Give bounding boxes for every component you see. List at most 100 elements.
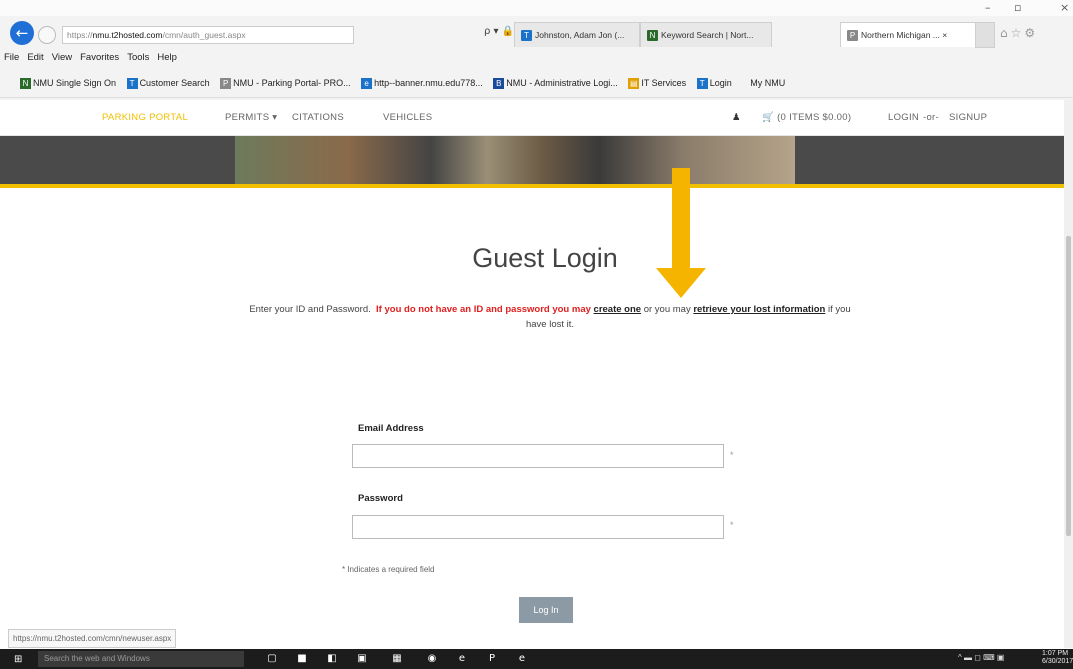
tab-icon: T [521, 30, 532, 42]
nav-permits-label: PERMITS [225, 112, 270, 123]
password-field[interactable] [352, 515, 724, 539]
tab-johnston[interactable]: T Johnston, Adam Jon (... [514, 22, 640, 47]
forward-button[interactable] [38, 26, 56, 44]
new-tab-button[interactable] [975, 22, 995, 48]
favorite-customer-search[interactable]: T Customer Search [126, 69, 210, 97]
maximize-button[interactable]: ▫ [1014, 1, 1021, 14]
favorite-label: Login [709, 78, 732, 88]
parking-app-icon[interactable]: P [486, 653, 498, 665]
favorite-label: Customer Search [139, 78, 210, 88]
menu-tools[interactable]: Tools [123, 48, 153, 68]
favorite-label: NMU - Parking Portal- PRO... [233, 78, 351, 88]
favorite-icon: e [361, 78, 373, 90]
email-label: Email Address [358, 423, 424, 434]
system-tray[interactable]: ^ ▬ ◻ ⌨ ▣ [958, 653, 1004, 662]
url-prefix: https:// [67, 30, 93, 40]
login-button[interactable]: Log In [519, 597, 573, 623]
favorite-label: NMU - Administrative Logi... [506, 78, 618, 88]
scrollbar-thumb[interactable] [1066, 236, 1071, 536]
intro-plain: Enter your ID and Password. [249, 304, 371, 315]
header-banner [0, 136, 1073, 184]
status-bar-url: https://nmu.t2hosted.com/cmn/newuser.asp… [8, 629, 177, 648]
favorite-icon: T [126, 78, 138, 90]
nav-signup[interactable]: SIGNUP [949, 100, 987, 135]
close-window-button[interactable]: × [1060, 1, 1069, 14]
close-tab-icon[interactable]: × [942, 30, 947, 40]
email-field[interactable] [352, 444, 724, 468]
clock-time: 1:07 PM [1042, 650, 1069, 657]
site-nav: PARKING PORTAL PERMITS ▾ CITATIONS VEHIC… [0, 100, 1073, 136]
intro-text: Enter your ID and Password. If you do no… [240, 302, 860, 332]
tab-keyword-search[interactable]: N Keyword Search | Nort... [640, 22, 772, 47]
taskbar-app-icon[interactable]: ◧ [326, 653, 338, 665]
tab-northern-michigan[interactable]: P Northern Michigan ... × [840, 22, 976, 47]
password-required-mark: * [730, 520, 734, 530]
windows-start-icon[interactable]: ⊞ [14, 654, 22, 665]
menu-edit[interactable]: Edit [23, 48, 47, 68]
chevron-down-icon: ▾ [272, 112, 278, 123]
minimize-button[interactable]: – [985, 1, 991, 14]
nav-login[interactable]: LOGIN [888, 100, 919, 135]
favorite-it-services[interactable]: ▤ IT Services [628, 69, 686, 97]
favorite-login[interactable]: T Login [696, 69, 732, 97]
favorite-icon: ▤ [628, 78, 640, 90]
back-arrow-icon: ← [15, 24, 29, 42]
tab-label: Keyword Search | Nort... [661, 30, 754, 40]
favorite-label: My NMU [750, 78, 786, 88]
url-site: nmu.t2hosted.com [92, 30, 163, 40]
edge-icon[interactable]: e [516, 653, 528, 665]
cart-link[interactable]: 🛒 (0 ITEMS $0.00) [762, 100, 851, 135]
favorite-admin-login[interactable]: B NMU - Administrative Logi... [493, 69, 618, 97]
address-bar[interactable]: https://nmu.t2hosted.com/cmn/auth_guest.… [62, 26, 354, 44]
banner-accent-bar [0, 184, 1073, 188]
nav-vehicles[interactable]: VEHICLES [383, 100, 432, 135]
menu-favorites[interactable]: Favorites [76, 48, 123, 68]
url-path: /cmn/auth_guest.aspx [162, 30, 246, 40]
cart-icon: 🛒 [762, 112, 775, 123]
taskbar-search[interactable]: Search the web and Windows [38, 651, 244, 667]
taskbar-clock[interactable]: 1:07 PM 6/30/2017 [1042, 650, 1073, 666]
tab-label: Northern Michigan ... [861, 30, 940, 40]
menu-bar: File Edit View Favorites Tools Help [0, 48, 1073, 68]
clock-date: 6/30/2017 [1042, 658, 1073, 665]
favorite-icon: N [20, 78, 31, 90]
task-view-icon[interactable]: ▢ [266, 653, 278, 665]
ie-icon[interactable]: e [456, 653, 468, 665]
favorite-label: http--banner.nmu.edu778... [374, 78, 483, 88]
page-title: Guest Login [472, 243, 618, 273]
favorite-my-nmu[interactable]: My NMU [750, 69, 785, 97]
intro-mid: or you may [643, 304, 691, 315]
password-label: Password [358, 493, 403, 504]
favorite-parking-portal[interactable]: P NMU - Parking Portal- PRO... [220, 69, 351, 97]
favorite-label: IT Services [641, 78, 687, 88]
email-required-mark: * [730, 450, 734, 460]
menu-view[interactable]: View [48, 48, 76, 68]
nav-permits[interactable]: PERMITS ▾ [225, 100, 277, 135]
tab-icon: N [647, 30, 658, 42]
create-account-link[interactable]: create one [594, 304, 642, 315]
title-bar [0, 0, 1073, 16]
favorites-bar: N NMU Single Sign On T Customer Search P NM… [0, 69, 1073, 98]
nav-or: -or- [923, 112, 939, 123]
taskbar-app-icon[interactable]: ▣ [356, 653, 368, 665]
favorite-nmu-sso[interactable]: N NMU Single Sign On [20, 69, 116, 97]
retrieve-info-link[interactable]: retrieve your lost information [693, 304, 825, 315]
nav-citations[interactable]: CITATIONS [292, 100, 344, 135]
menu-file[interactable]: File [0, 48, 23, 68]
favorite-banner[interactable]: e http--banner.nmu.edu778... [361, 69, 483, 97]
tab-label: Johnston, Adam Jon (... [535, 30, 625, 40]
menu-help[interactable]: Help [153, 48, 181, 68]
taskbar-app-icon[interactable]: ▦ [391, 653, 403, 665]
favorite-icon: P [220, 78, 232, 90]
nav-parking-portal[interactable]: PARKING PORTAL [102, 100, 188, 135]
intro-warning: If you do not have an ID and password yo… [376, 304, 591, 315]
required-note: * Indicates a required field [342, 565, 435, 574]
browser-tools[interactable]: ⌂☆⚙ [1000, 26, 1038, 40]
back-button[interactable]: ← [10, 21, 34, 45]
chrome-icon[interactable]: ◉ [426, 653, 438, 665]
favorite-icon: T [696, 78, 708, 90]
favorite-icon: B [493, 78, 505, 90]
taskbar-app-icon[interactable]: ■ [296, 653, 308, 665]
user-icon[interactable]: ♟ [732, 100, 741, 135]
cart-label: (0 ITEMS $0.00) [777, 112, 852, 123]
